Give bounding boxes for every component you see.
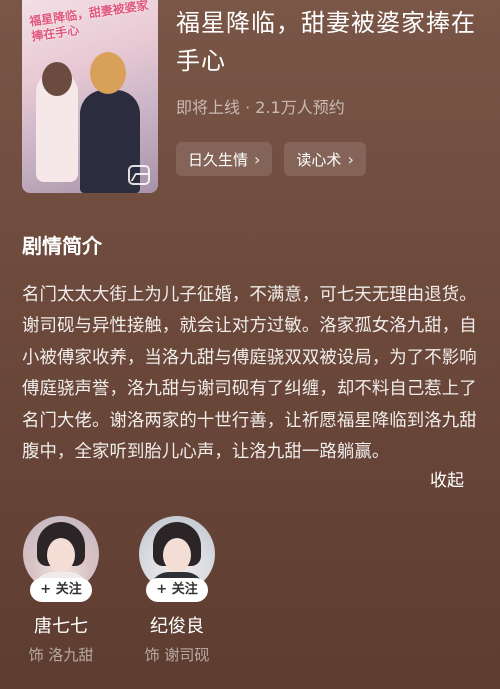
actor-role: 饰 谢司砚 — [144, 646, 210, 664]
release-meta: 即将上线 · 2.1万人预约 — [176, 98, 345, 117]
drama-cover[interactable]: 福星降临，甜妻被婆家捧在手心 — [22, 0, 158, 193]
drama-title: 福星降临，甜妻被婆家捧在手心 — [176, 9, 476, 75]
tag-label: 日久生情 — [188, 150, 249, 169]
cover-figure-female-head — [42, 62, 72, 96]
avatar-face — [47, 538, 75, 572]
actor-name: 唐七七 — [34, 616, 88, 637]
tag-button[interactable]: 日久生情 › — [176, 142, 273, 176]
actor-role: 饰 洛九甜 — [28, 646, 94, 664]
follow-button[interactable]: + 关注 — [30, 578, 92, 602]
tag-list: 日久生情 › 读心术 › — [176, 142, 366, 176]
avatar-face — [163, 538, 191, 572]
chevron-right-icon: › — [347, 149, 354, 169]
chevron-right-icon: › — [254, 149, 261, 169]
synopsis-text: 名门太太大街上为儿子征婚，不满意，可七天无理由退货。谢司砚与异性接触，就会让对方… — [22, 285, 477, 463]
cast-member[interactable]: + 关注 纪俊良 饰 谢司砚 — [129, 516, 225, 665]
cover-title-art: 福星降临，甜妻被婆家捧在手心 — [28, 0, 150, 44]
collapse-button[interactable]: 收起 — [430, 466, 464, 491]
image-gallery-icon[interactable] — [128, 165, 150, 185]
tag-button[interactable]: 读心术 › — [284, 142, 366, 176]
cover-figure-male-head — [90, 52, 126, 94]
synopsis-heading: 剧情简介 — [22, 234, 102, 258]
cast-member[interactable]: + 关注 唐七七 饰 洛九甜 — [13, 516, 109, 665]
actor-name: 纪俊良 — [150, 616, 204, 637]
tag-label: 读心术 — [296, 150, 342, 169]
follow-button[interactable]: + 关注 — [146, 578, 208, 602]
